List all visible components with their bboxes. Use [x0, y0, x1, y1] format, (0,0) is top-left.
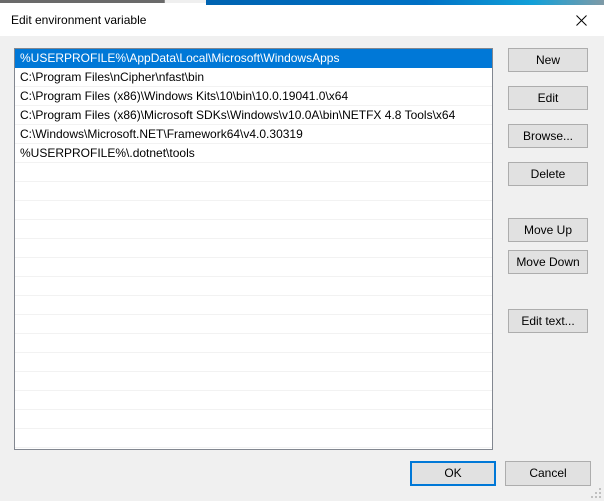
list-item-empty[interactable]	[15, 372, 492, 391]
list-item[interactable]: C:\Program Files (x86)\Microsoft SDKs\Wi…	[15, 106, 492, 125]
background-window-left-panel	[164, 0, 206, 3]
path-entries-list[interactable]: %USERPROFILE%\AppData\Local\Microsoft\Wi…	[14, 48, 493, 450]
list-item[interactable]: %USERPROFILE%\.dotnet\tools	[15, 144, 492, 163]
list-item-empty[interactable]	[15, 334, 492, 353]
cancel-button[interactable]: Cancel	[505, 461, 591, 486]
resize-grip[interactable]	[589, 486, 601, 498]
list-item-empty[interactable]	[15, 201, 492, 220]
edit-text-button[interactable]: Edit text...	[508, 309, 588, 333]
new-button[interactable]: New	[508, 48, 588, 72]
list-item-empty[interactable]	[15, 296, 492, 315]
list-item-empty[interactable]	[15, 391, 492, 410]
list-item[interactable]: C:\Program Files (x86)\Windows Kits\10\b…	[15, 87, 492, 106]
edit-environment-variable-dialog: Edit environment variable %USERPROFILE%\…	[0, 5, 604, 501]
close-icon[interactable]	[558, 5, 604, 36]
ok-button[interactable]: OK	[410, 461, 496, 486]
list-item-empty[interactable]	[15, 163, 492, 182]
list-item[interactable]: C:\Program Files\nCipher\nfast\bin	[15, 68, 492, 87]
list-item-empty[interactable]	[15, 239, 492, 258]
edit-button[interactable]: Edit	[508, 86, 588, 110]
list-item-empty[interactable]	[15, 277, 492, 296]
list-item-empty[interactable]	[15, 315, 492, 334]
list-item[interactable]: C:\Windows\Microsoft.NET\Framework64\v4.…	[15, 125, 492, 144]
list-item[interactable]: %USERPROFILE%\AppData\Local\Microsoft\Wi…	[15, 49, 492, 68]
list-item-empty[interactable]	[15, 353, 492, 372]
move-down-button[interactable]: Move Down	[508, 250, 588, 274]
delete-button[interactable]: Delete	[508, 162, 588, 186]
list-item-empty[interactable]	[15, 182, 492, 201]
dialog-titlebar[interactable]: Edit environment variable	[0, 5, 604, 37]
list-item-empty[interactable]	[15, 220, 492, 239]
list-item-empty[interactable]	[15, 429, 492, 448]
dialog-client-area: %USERPROFILE%\AppData\Local\Microsoft\Wi…	[0, 36, 604, 501]
browse-button[interactable]: Browse...	[508, 124, 588, 148]
list-item-empty[interactable]	[15, 258, 492, 277]
list-item-empty[interactable]	[15, 410, 492, 429]
move-up-button[interactable]: Move Up	[508, 218, 588, 242]
dialog-title: Edit environment variable	[11, 13, 147, 27]
